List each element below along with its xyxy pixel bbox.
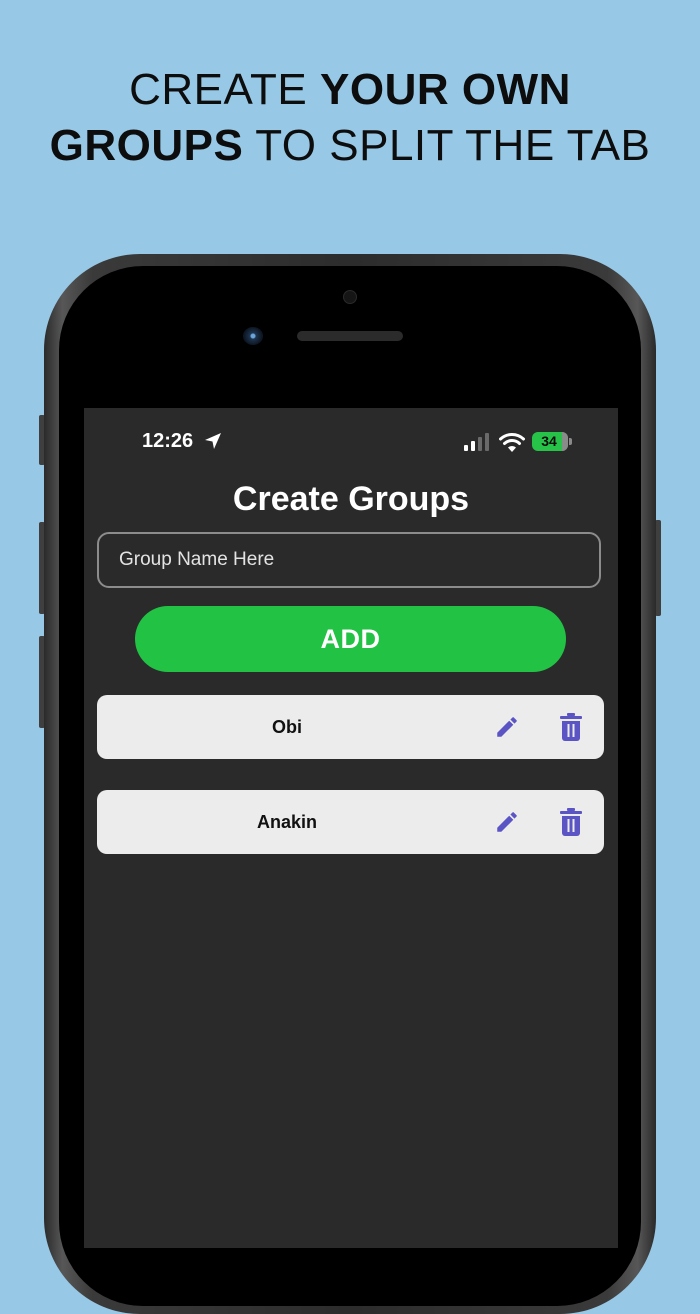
front-camera bbox=[343, 290, 357, 304]
edit-pencil-icon[interactable] bbox=[494, 714, 520, 740]
cellular-signal-icon bbox=[464, 433, 489, 451]
promo-headline: CREATE YOUR OWN GROUPS TO SPLIT THE TAB bbox=[0, 62, 700, 174]
edit-pencil-icon[interactable] bbox=[494, 809, 520, 835]
location-arrow-icon bbox=[205, 433, 221, 449]
battery-icon: 34 bbox=[532, 432, 568, 451]
group-card: Anakin bbox=[97, 790, 604, 854]
battery-level: 34 bbox=[541, 433, 557, 449]
delete-trash-icon[interactable] bbox=[559, 808, 583, 836]
earpiece-speaker bbox=[297, 331, 403, 341]
headline-bold-1: YOUR OWN bbox=[320, 65, 571, 114]
group-card: Obi bbox=[97, 695, 604, 759]
face-sensor bbox=[243, 327, 263, 345]
group-name: Obi bbox=[272, 717, 302, 737]
group-name-input[interactable] bbox=[97, 532, 601, 588]
battery-cap bbox=[569, 438, 572, 445]
wifi-icon bbox=[499, 433, 525, 452]
headline-line-2: GROUPS TO SPLIT THE TAB bbox=[0, 118, 700, 174]
add-group-button[interactable]: ADD bbox=[135, 606, 566, 672]
group-name: Anakin bbox=[256, 812, 317, 832]
headline-regular-2: TO SPLIT THE TAB bbox=[243, 121, 651, 170]
app-screen: 12:26 34 Create Groups ADD Obi An bbox=[84, 408, 618, 1248]
page-title: Create Groups bbox=[232, 480, 470, 518]
headline-line-1: CREATE YOUR OWN bbox=[0, 62, 700, 118]
delete-trash-icon[interactable] bbox=[559, 713, 583, 741]
status-time: 12:26 bbox=[142, 430, 194, 452]
headline-bold-2: GROUPS bbox=[49, 121, 244, 170]
headline-regular-1: CREATE bbox=[129, 65, 321, 114]
